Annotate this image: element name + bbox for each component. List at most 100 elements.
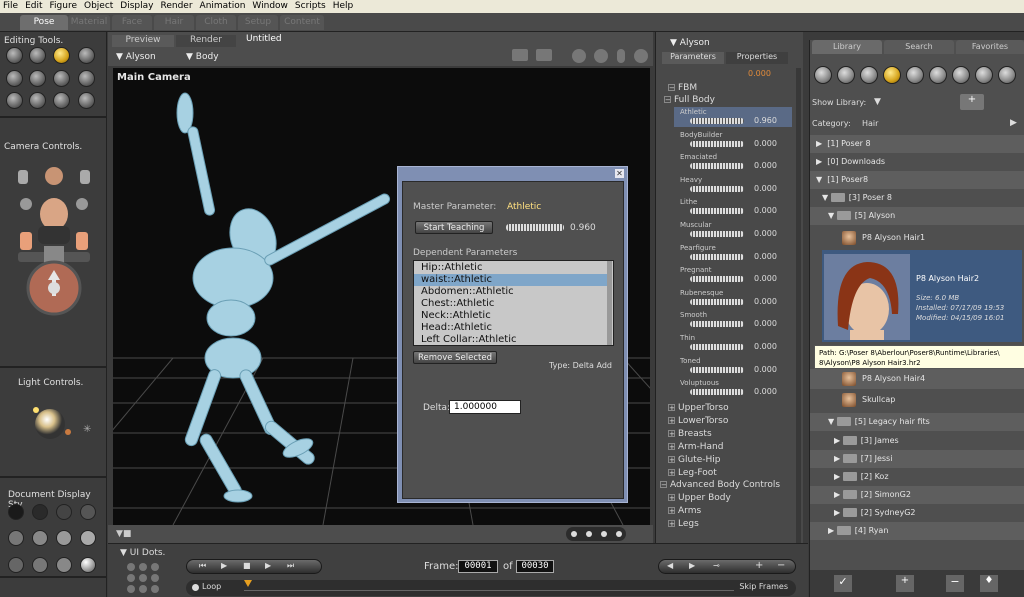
- current-frame-field[interactable]: 00001: [458, 560, 498, 573]
- group-fbm[interactable]: − FBM: [668, 83, 697, 93]
- param-value[interactable]: 0.000: [754, 342, 777, 351]
- master-parameter-dial[interactable]: [506, 224, 564, 231]
- list-item[interactable]: Left Collar::Athletic: [414, 334, 608, 345]
- group-lowertorso[interactable]: + LowerTorso: [668, 416, 728, 426]
- tab-hair[interactable]: Hair: [154, 15, 194, 30]
- param-dial[interactable]: [690, 344, 744, 350]
- dependent-parameters-list[interactable]: Hip::Athletic waist::Athletic Abdomen::A…: [413, 260, 614, 346]
- param-dial[interactable]: [690, 298, 744, 305]
- view-magnifier-icon[interactable]: [29, 92, 46, 109]
- list-item-selected[interactable]: waist::Athletic: [414, 274, 608, 286]
- rotate-icon[interactable]: [634, 49, 648, 63]
- param-value[interactable]: 0.000: [754, 274, 777, 283]
- move-icon[interactable]: [594, 49, 608, 63]
- param-dial[interactable]: [690, 140, 744, 147]
- param-value[interactable]: 0.000: [754, 229, 777, 238]
- cartoon-line-style-icon[interactable]: [8, 557, 24, 573]
- show-library-dropdown[interactable]: ▼: [874, 97, 881, 107]
- tab-pose[interactable]: Pose: [20, 15, 68, 30]
- library-folder-row[interactable]: ▶ [2] Koz: [810, 468, 1024, 486]
- scale-tool-icon[interactable]: [6, 70, 23, 87]
- tab-cloth[interactable]: Cloth: [196, 15, 236, 30]
- tab-preview[interactable]: Preview: [112, 35, 174, 47]
- group-upper-body[interactable]: + Upper Body: [668, 493, 731, 503]
- scale-icon[interactable]: [617, 49, 625, 63]
- param-dial[interactable]: [690, 231, 744, 237]
- library-item-row[interactable]: P8 Alyson Hair1: [810, 227, 1024, 249]
- start-teaching-button[interactable]: Start Teaching: [415, 221, 493, 234]
- color-tool-icon[interactable]: [78, 70, 95, 87]
- flat-lined-style-icon[interactable]: [56, 530, 72, 546]
- light-controls-widget[interactable]: ✳: [28, 402, 98, 452]
- library-folder-row[interactable]: ▼ [5] Legacy hair fits: [810, 413, 1024, 431]
- silhouette-style-icon[interactable]: [8, 504, 24, 520]
- cartoon-style-icon[interactable]: [80, 530, 96, 546]
- param-dial[interactable]: [690, 366, 744, 373]
- menu-window[interactable]: Window: [252, 0, 288, 13]
- hidden-line-style-icon[interactable]: [80, 504, 96, 520]
- param-value[interactable]: 0.000: [754, 387, 777, 396]
- tab-search[interactable]: Search: [884, 40, 954, 54]
- menu-file[interactable]: File: [3, 0, 18, 13]
- remove-from-library-icon[interactable]: −: [946, 575, 964, 592]
- library-item-row[interactable]: Skullcap: [810, 390, 1024, 410]
- view-layout-dots[interactable]: [566, 527, 626, 541]
- tab-content[interactable]: Content: [280, 15, 324, 30]
- group-advanced-body-controls[interactable]: − Advanced Body Controls: [660, 480, 780, 490]
- smooth-lined-style-icon[interactable]: [56, 557, 72, 573]
- camera-icon[interactable]: [512, 49, 528, 61]
- category-forward-icon[interactable]: ▶: [1010, 118, 1017, 128]
- library-folder-row[interactable]: ▶ [2] SydneyG2: [810, 504, 1024, 522]
- tab-favorites[interactable]: Favorites: [956, 40, 1024, 54]
- wireframe-style-icon[interactable]: [56, 504, 72, 520]
- chain-break-tool-icon[interactable]: [53, 70, 70, 87]
- library-folder-row[interactable]: ▶ [7] Jessi: [810, 450, 1024, 468]
- figure-select[interactable]: ▼ Alyson: [116, 52, 156, 62]
- render-icon[interactable]: [536, 49, 552, 61]
- library-row[interactable]: ▶ [1] Poser 8: [810, 135, 1024, 153]
- param-value[interactable]: 0.000: [754, 252, 777, 261]
- close-icon[interactable]: ✕: [615, 169, 624, 178]
- list-item[interactable]: Hip::Athletic: [414, 262, 608, 274]
- param-value[interactable]: 0.000: [754, 206, 777, 215]
- tab-setup[interactable]: Setup: [238, 15, 278, 30]
- figure-options-icon[interactable]: ♦: [980, 575, 998, 592]
- group-glute-hip[interactable]: + Glute-Hip: [668, 455, 720, 465]
- ui-dots-grid[interactable]: [126, 562, 162, 594]
- flat-shaded-style-icon[interactable]: [32, 530, 48, 546]
- tab-face[interactable]: Face: [112, 15, 152, 30]
- menu-help[interactable]: Help: [333, 0, 354, 13]
- materials-category-icon[interactable]: [998, 66, 1016, 84]
- library-folder-row[interactable]: ▶ [3] James: [810, 432, 1024, 450]
- pan-icon[interactable]: [572, 49, 586, 63]
- list-item[interactable]: Neck::Athletic: [414, 310, 608, 322]
- tab-library[interactable]: Library: [812, 40, 882, 54]
- params-scrollbar[interactable]: [796, 68, 801, 588]
- rotate-tool-icon[interactable]: [6, 47, 23, 64]
- param-value[interactable]: 0.000: [754, 184, 777, 193]
- add-to-library-icon[interactable]: +: [896, 575, 914, 592]
- library-folder-row[interactable]: ▼ [5] Alyson: [810, 207, 1024, 225]
- body-part-select[interactable]: ▼ Body: [186, 52, 219, 62]
- lit-wireframe-style-icon[interactable]: [8, 530, 24, 546]
- outline-style-icon[interactable]: [32, 504, 48, 520]
- group-full-body[interactable]: − Full Body: [664, 95, 715, 105]
- menu-display[interactable]: Display: [120, 0, 153, 13]
- library-row[interactable]: ▶ [0] Downloads: [810, 153, 1024, 171]
- keyframe-controls[interactable]: ◀ ▶ ⊸ + −: [658, 559, 796, 574]
- delta-input[interactable]: [449, 400, 521, 414]
- group-legs[interactable]: + Legs: [668, 519, 699, 529]
- param-dial[interactable]: [690, 118, 744, 124]
- group-breasts[interactable]: + Breasts: [668, 429, 712, 439]
- param-dial[interactable]: [690, 276, 744, 283]
- morphing-tool-icon[interactable]: [53, 92, 70, 109]
- loop-toggle-icon[interactable]: [192, 584, 199, 591]
- poses-category-icon[interactable]: [837, 66, 855, 84]
- group-uppertorso[interactable]: + UpperTorso: [668, 403, 729, 413]
- selected-library-item[interactable]: P8 Alyson Hair2 Size: 6.0 MB Installed: …: [822, 250, 1022, 342]
- param-value[interactable]: 0.000: [754, 161, 777, 170]
- menu-figure[interactable]: Figure: [50, 0, 77, 13]
- add-library-icon[interactable]: +: [960, 94, 984, 110]
- params-figure-select[interactable]: ▼ Alyson: [670, 38, 710, 48]
- smooth-shaded-style-icon[interactable]: [32, 557, 48, 573]
